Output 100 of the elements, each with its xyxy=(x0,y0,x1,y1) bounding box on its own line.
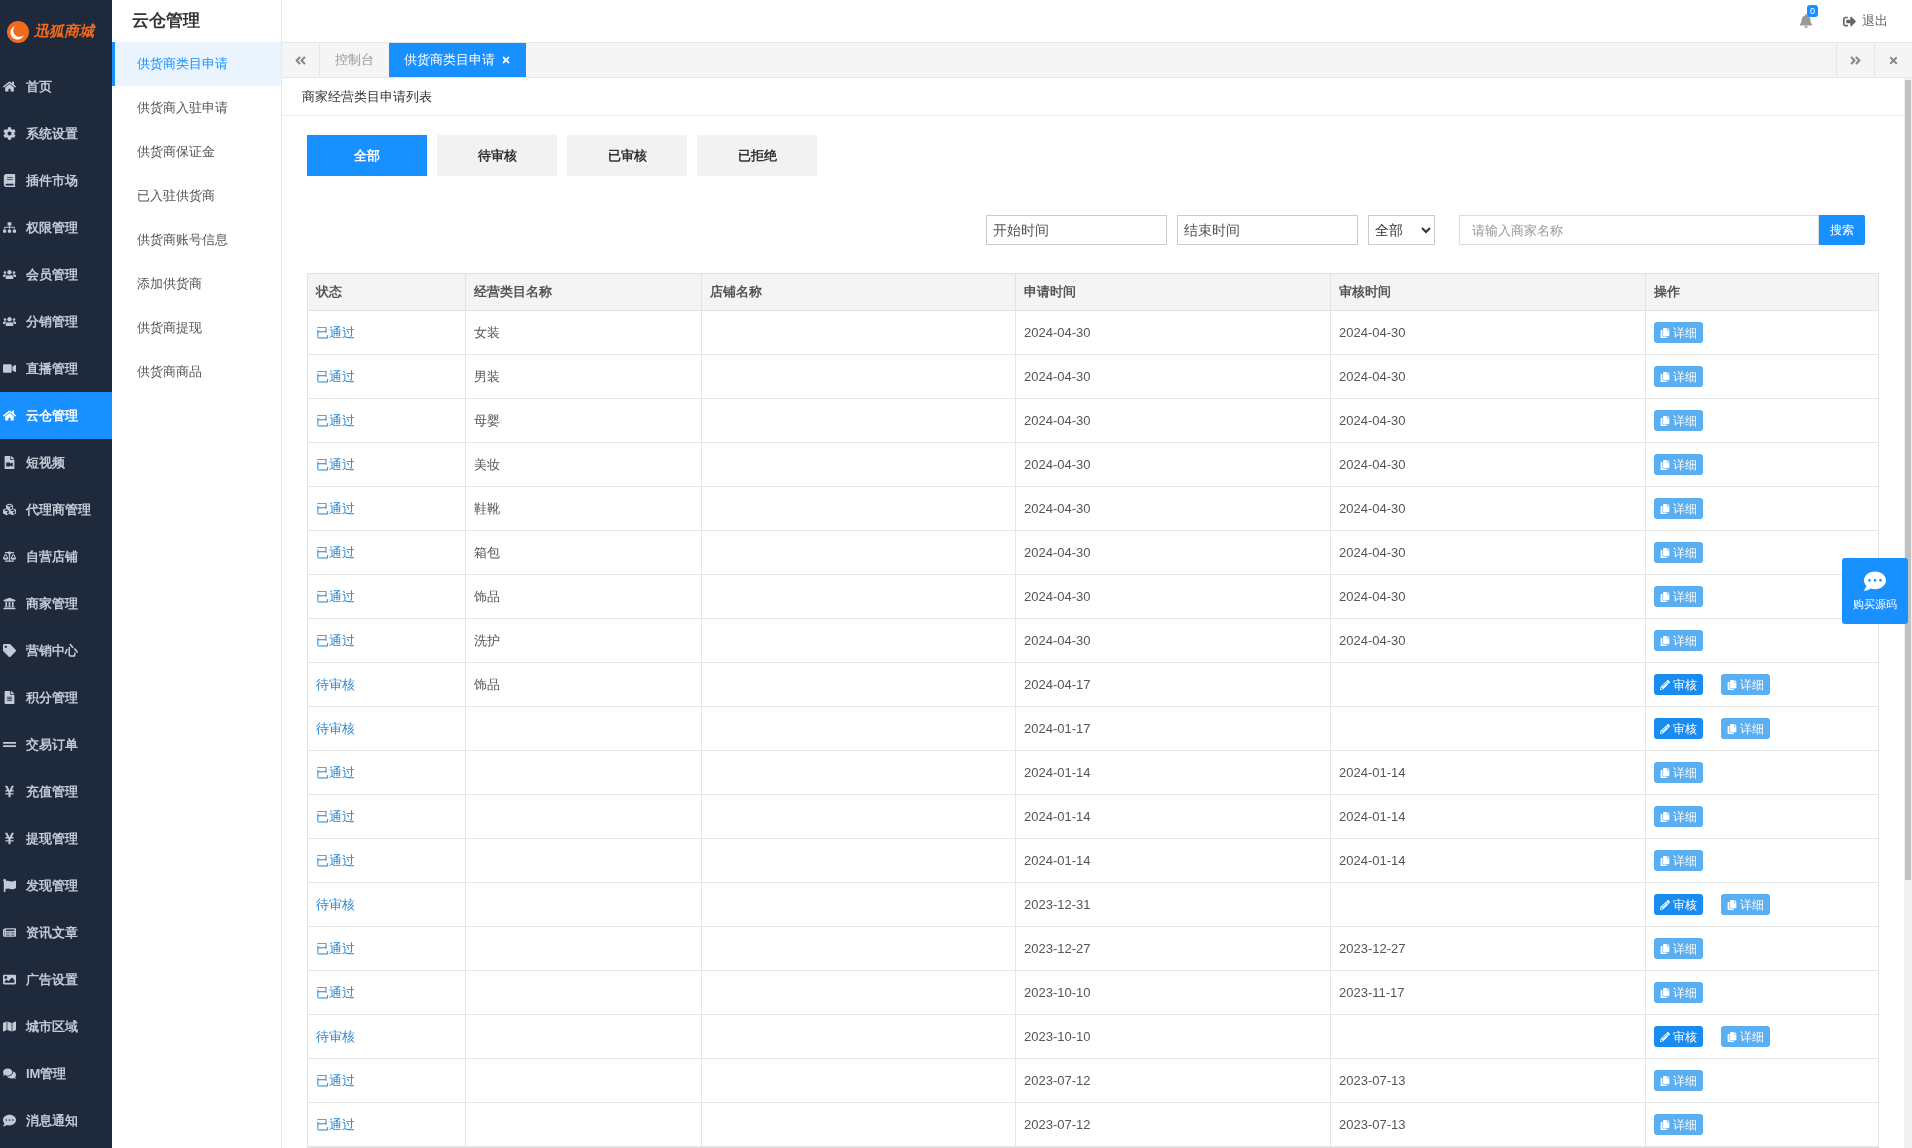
buy-source-button[interactable]: 购买源码 xyxy=(1842,558,1908,624)
bell-icon[interactable] xyxy=(1799,14,1813,28)
menu-icon xyxy=(3,315,16,328)
table-cell-text: 2023-11-17 xyxy=(1339,983,1405,1002)
submenu-item[interactable]: 供货商类目申请 xyxy=(112,42,281,86)
menu-icon xyxy=(3,597,16,610)
page-tab[interactable]: 供货商类目申请 xyxy=(389,43,526,77)
sidebar-item[interactable]: 消息通知 xyxy=(0,1097,112,1144)
detail-button[interactable]: 详细 xyxy=(1654,366,1703,387)
status-link[interactable]: 已通过 xyxy=(316,454,355,475)
detail-button[interactable]: 详细 xyxy=(1654,410,1703,431)
review-button[interactable]: 审核 xyxy=(1654,894,1703,915)
sidebar-item[interactable]: 城市区域 xyxy=(0,1003,112,1050)
copy-icon xyxy=(1727,1031,1737,1042)
logout-button[interactable]: 退出 xyxy=(1843,11,1888,31)
status-link[interactable]: 已通过 xyxy=(316,982,355,1003)
panel-title: 商家经营类目申请列表 xyxy=(282,78,1904,116)
detail-button[interactable]: 详细 xyxy=(1654,586,1703,607)
sidebar-item[interactable]: 云仓管理 xyxy=(0,392,112,439)
page-tab[interactable]: 控制台 xyxy=(320,43,389,77)
filter-tab[interactable]: 全部 xyxy=(307,135,427,176)
sidebar-item[interactable]: 分销管理 xyxy=(0,298,112,345)
status-link[interactable]: 已通过 xyxy=(316,762,355,783)
submenu-item[interactable]: 供货商保证金 xyxy=(112,130,281,174)
detail-button[interactable]: 详细 xyxy=(1721,894,1770,915)
start-date-field[interactable]: 开始时间 xyxy=(986,215,1167,245)
sidebar-item[interactable]: 积分管理 xyxy=(0,674,112,721)
sidebar-item[interactable]: 代理商管理 xyxy=(0,486,112,533)
submenu-item[interactable]: 供货商提现 xyxy=(112,306,281,350)
detail-button[interactable]: 详细 xyxy=(1654,938,1703,959)
detail-button[interactable]: 详细 xyxy=(1654,454,1703,475)
sidebar-item[interactable]: 直播管理 xyxy=(0,345,112,392)
copy-icon xyxy=(1660,855,1670,866)
sidebar-item[interactable]: 交易订单 xyxy=(0,721,112,768)
sidebar-item[interactable]: IM管理 xyxy=(0,1050,112,1097)
scrollbar[interactable] xyxy=(1904,78,1912,1148)
sidebar-item[interactable]: 系统设置 xyxy=(0,110,112,157)
sidebar-item[interactable]: 资讯文章 xyxy=(0,909,112,956)
detail-button[interactable]: 详细 xyxy=(1721,1026,1770,1047)
detail-button[interactable]: 详细 xyxy=(1654,982,1703,1003)
status-select[interactable]: 全部 xyxy=(1368,215,1435,245)
detail-button[interactable]: 详细 xyxy=(1654,542,1703,563)
sidebar-item[interactable]: 插件市场 xyxy=(0,157,112,204)
detail-button[interactable]: 详细 xyxy=(1721,674,1770,695)
status-link[interactable]: 已通过 xyxy=(316,498,355,519)
status-link[interactable]: 已通过 xyxy=(316,542,355,563)
search-button[interactable]: 搜索 xyxy=(1819,215,1865,245)
sidebar-item[interactable]: 短视频 xyxy=(0,439,112,486)
detail-button[interactable]: 详细 xyxy=(1654,1114,1703,1135)
sidebar-item[interactable]: 自营店铺 xyxy=(0,533,112,580)
status-link[interactable]: 待审核 xyxy=(316,674,355,695)
status-link[interactable]: 已通过 xyxy=(316,806,355,827)
detail-button[interactable]: 详细 xyxy=(1721,718,1770,739)
status-link[interactable]: 已通过 xyxy=(316,850,355,871)
pencil-icon xyxy=(1660,679,1670,690)
filter-tab[interactable]: 已拒绝 xyxy=(697,135,817,176)
status-link[interactable]: 待审核 xyxy=(316,718,355,739)
sidebar-item[interactable]: 提现管理 xyxy=(0,815,112,862)
sidebar-item[interactable]: 权限管理 xyxy=(0,204,112,251)
detail-button[interactable]: 详细 xyxy=(1654,806,1703,827)
table-cell-text: 2023-07-12 xyxy=(1024,1115,1091,1134)
sidebar-item[interactable]: 商家管理 xyxy=(0,580,112,627)
status-link[interactable]: 已通过 xyxy=(316,938,355,959)
submenu-item[interactable]: 已入驻供货商 xyxy=(112,174,281,218)
sidebar-item[interactable]: 首页 xyxy=(0,63,112,110)
detail-button[interactable]: 详细 xyxy=(1654,630,1703,651)
sidebar-item[interactable]: 营销中心 xyxy=(0,627,112,674)
menu-icon xyxy=(3,785,16,798)
submenu-item[interactable]: 添加供货商 xyxy=(112,262,281,306)
sidebar-item[interactable]: 广告设置 xyxy=(0,956,112,1003)
pencil-icon xyxy=(1660,723,1670,734)
detail-button[interactable]: 详细 xyxy=(1654,762,1703,783)
submenu-item[interactable]: 供货商账号信息 xyxy=(112,218,281,262)
status-link[interactable]: 已通过 xyxy=(316,1070,355,1091)
submenu-item[interactable]: 供货商入驻申请 xyxy=(112,86,281,130)
status-link[interactable]: 已通过 xyxy=(316,1114,355,1135)
end-date-field[interactable]: 结束时间 xyxy=(1177,215,1358,245)
filter-tab[interactable]: 待审核 xyxy=(437,135,557,176)
sidebar-item[interactable]: 充值管理 xyxy=(0,768,112,815)
sidebar-item[interactable]: 会员管理 xyxy=(0,251,112,298)
status-link[interactable]: 已通过 xyxy=(316,630,355,651)
merchant-name-field[interactable]: 请输入商家名称 xyxy=(1459,215,1819,245)
review-button[interactable]: 审核 xyxy=(1654,674,1703,695)
submenu-item[interactable]: 供货商商品 xyxy=(112,350,281,394)
menu-icon xyxy=(3,973,16,986)
status-link[interactable]: 待审核 xyxy=(316,1026,355,1047)
review-button[interactable]: 审核 xyxy=(1654,1026,1703,1047)
detail-button[interactable]: 详细 xyxy=(1654,322,1703,343)
filter-tab[interactable]: 已审核 xyxy=(567,135,687,176)
table-cell-text: 2024-04-30 xyxy=(1024,411,1091,430)
status-link[interactable]: 已通过 xyxy=(316,366,355,387)
status-link[interactable]: 已通过 xyxy=(316,586,355,607)
detail-button[interactable]: 详细 xyxy=(1654,1070,1703,1091)
status-link[interactable]: 已通过 xyxy=(316,410,355,431)
detail-button[interactable]: 详细 xyxy=(1654,498,1703,519)
status-link[interactable]: 已通过 xyxy=(316,322,355,343)
detail-button[interactable]: 详细 xyxy=(1654,850,1703,871)
review-button[interactable]: 审核 xyxy=(1654,718,1703,739)
sidebar-item[interactable]: 发现管理 xyxy=(0,862,112,909)
status-link[interactable]: 待审核 xyxy=(316,894,355,915)
